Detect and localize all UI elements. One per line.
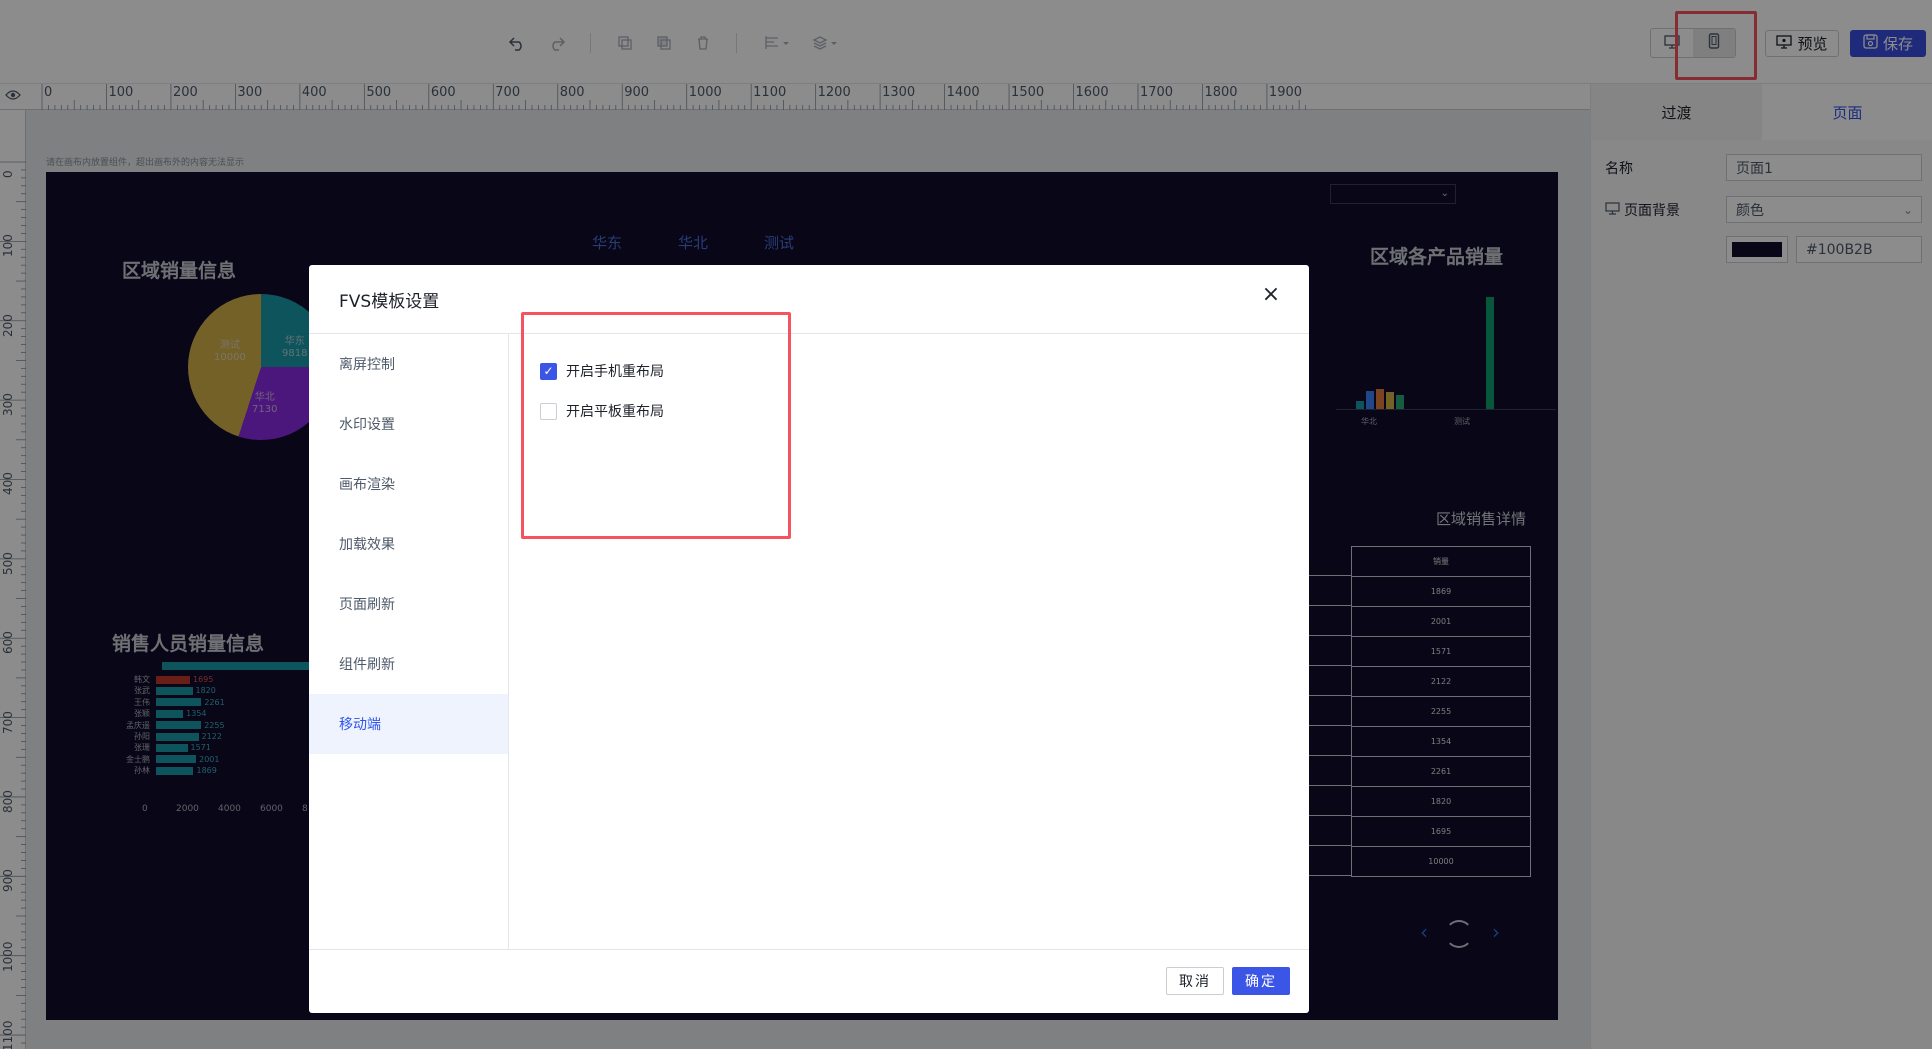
ok-button[interactable]: 确定 xyxy=(1232,967,1290,995)
menu-item-loading-effect[interactable]: 加载效果 xyxy=(309,514,508,574)
menu-item-canvas-render[interactable]: 画布渲染 xyxy=(309,454,508,514)
menu-item-watermark[interactable]: 水印设置 xyxy=(309,394,508,454)
settings-menu: 离屏控制 水印设置 画布渲染 加载效果 页面刷新 组件刷新 移动端 xyxy=(309,334,509,949)
menu-item-page-refresh[interactable]: 页面刷新 xyxy=(309,574,508,634)
highlight-box-options xyxy=(521,312,791,539)
cancel-button[interactable]: 取消 xyxy=(1166,967,1224,995)
divider xyxy=(309,949,1309,950)
menu-item-mobile[interactable]: 移动端 xyxy=(309,694,508,754)
close-icon[interactable]: × xyxy=(1259,283,1283,307)
fvs-template-settings-dialog: FVS模板设置 × 离屏控制 水印设置 画布渲染 加载效果 页面刷新 组件刷新 … xyxy=(309,265,1309,1013)
dialog-title: FVS模板设置 xyxy=(339,292,440,312)
menu-item-offscreen-control[interactable]: 离屏控制 xyxy=(309,334,508,394)
menu-item-component-refresh[interactable]: 组件刷新 xyxy=(309,634,508,694)
